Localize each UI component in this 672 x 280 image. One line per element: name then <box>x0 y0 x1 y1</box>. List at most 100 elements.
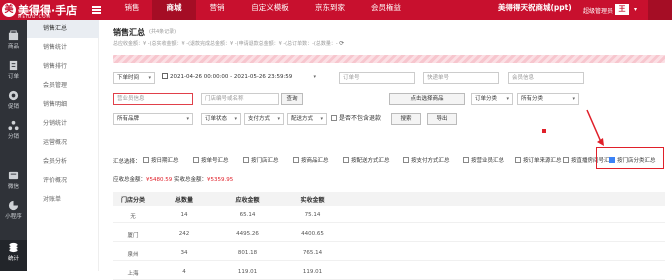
sidebar-label: 小程序 <box>5 214 22 220</box>
table-row: 厦门 242 4495.26 4400.65 <box>113 227 665 242</box>
summary-option-by-payment[interactable]: 按支付方式汇总 <box>403 156 450 166</box>
summary-option-by-store[interactable]: 按门店汇总 <box>243 156 279 166</box>
user-role[interactable]: 超级管理员 <box>583 6 613 15</box>
table-row: 泉州 34 801.18 765.14 <box>113 246 665 261</box>
sidebar-item-orders[interactable]: 订单 <box>0 58 27 82</box>
cell: 119.01 <box>237 269 258 275</box>
subnav-item-sales-summary[interactable]: 销售汇总 <box>27 20 99 38</box>
top-nav-item-templates[interactable]: 自定义模板 <box>238 0 302 20</box>
top-bar: 美 美得得·手店 MEIDD.COM 销售 商城 营销 自定义模板 京东到家 会… <box>0 0 672 20</box>
subnav-item-review-overview[interactable]: 评价概况 <box>27 172 99 190</box>
cell: 4 <box>182 269 186 275</box>
export-button[interactable]: 导出 <box>427 113 457 125</box>
sidebar-item-promotion[interactable]: 促销 <box>0 88 27 112</box>
sidebar-item-wechat[interactable]: 微信 <box>0 168 27 192</box>
include-refund-checkbox[interactable]: 是否不包含退款 <box>331 114 381 124</box>
avatar[interactable]: 王 <box>615 4 629 15</box>
distribution-icon <box>8 120 19 131</box>
chevron-down-icon: ▾ <box>148 75 151 81</box>
summary-option-by-source[interactable]: 按订单来源汇总 <box>515 156 562 166</box>
cell: 厦门 <box>127 233 139 239</box>
subnav-item-member-analysis[interactable]: 会员分析 <box>27 153 99 171</box>
chevron-down-icon: ▾ <box>506 96 509 102</box>
all-category-select[interactable]: 所有分类 ▾ <box>517 93 579 105</box>
delivery-method-value: 配送方式 <box>291 116 314 122</box>
subnav-item-sales-ranking[interactable]: 销售排行 <box>27 58 99 76</box>
staff-info-input[interactable]: 营业员信息 <box>113 93 193 105</box>
sidebar-item-miniprogram[interactable]: 小程序 <box>0 198 27 222</box>
search-button[interactable]: 搜索 <box>391 113 421 125</box>
select-product-button[interactable]: 点击选择商品 <box>389 93 465 105</box>
wechat-icon <box>8 171 19 180</box>
goods-icon <box>8 30 19 41</box>
all-brand-value: 所有品牌 <box>117 116 140 122</box>
all-category-value: 所有分类 <box>521 96 544 102</box>
main-content: 销售汇总 (共4条记录) 总应收金额：¥ -(总实收金额：¥ -(退款完成总金额… <box>101 20 672 280</box>
subnav-item-member-mgmt[interactable]: 会员管理 <box>27 77 99 95</box>
subnav-item-sales-detail[interactable]: 销售明细 <box>27 96 99 114</box>
refresh-icon[interactable]: ⟳ <box>339 40 344 47</box>
summary-option-by-delivery[interactable]: 按配送方式汇总 <box>343 156 390 166</box>
top-nav-item-marketing[interactable]: 营销 <box>196 0 238 20</box>
cell: 上海 <box>127 271 139 277</box>
cell: 75.14 <box>304 212 321 218</box>
stats-icon <box>9 242 18 253</box>
summary-option-by-date[interactable]: 按日期汇总 <box>143 156 179 166</box>
checkbox-box <box>463 157 469 163</box>
summary-option-by-product[interactable]: 按商品汇总 <box>293 156 329 166</box>
user-dropdown-icon[interactable]: ▾ <box>634 6 637 13</box>
checkbox-box <box>143 157 149 163</box>
calendar-icon <box>162 73 168 79</box>
checkbox-box <box>193 157 199 163</box>
menu-toggle-icon[interactable] <box>92 6 101 14</box>
delivery-method-select[interactable]: 配送方式 ▾ <box>287 113 327 125</box>
all-brand-select[interactable]: 所有品牌 ▾ <box>113 113 193 125</box>
more-menu-button[interactable] <box>648 0 672 20</box>
top-nav-item-mall[interactable]: 商城 <box>152 0 196 20</box>
top-nav: 销售 商城 营销 自定义模板 京东到家 会员権益 <box>112 0 414 20</box>
member-info-input[interactable]: 会员信息 <box>508 72 584 84</box>
sidebar-label: 微信 <box>7 184 19 190</box>
order-status-select[interactable]: 订单状态 ▾ <box>201 113 241 125</box>
checkbox-box <box>563 157 569 163</box>
goods-category-select[interactable]: 订单分类 ▾ <box>471 93 513 105</box>
store-search-input[interactable]: 门店编号或名称 <box>201 93 279 105</box>
miniprogram-icon <box>8 200 19 211</box>
page-title: 销售汇总 <box>113 28 145 37</box>
subnav-item-statement[interactable]: 对账单 <box>27 191 99 209</box>
sidebar-item-goods[interactable]: 商品 <box>0 28 27 52</box>
date-range-input[interactable]: 2021-04-26 00:00:00 - 2021-05-26 23:59:5… <box>159 72 319 84</box>
option-label: 按商品汇总 <box>301 158 329 164</box>
totals: 应收总金额：¥5480.59 实收总金额：¥5359.95 <box>113 175 233 183</box>
pay-method-select[interactable]: 支付方式 ▾ <box>244 113 284 125</box>
sidebar-item-stats[interactable]: 统计 <box>0 240 27 271</box>
order-no-input[interactable]: 订单号 <box>339 72 415 84</box>
query-button[interactable]: 查询 <box>281 93 303 105</box>
chevron-down-icon: ▾ <box>186 116 189 122</box>
sidebar-item-distribution[interactable]: 分销 <box>0 118 27 142</box>
option-label: 按配送方式汇总 <box>351 158 390 164</box>
top-nav-item-sales[interactable]: 销售 <box>112 0 152 20</box>
annotation-marker <box>542 129 546 133</box>
option-label: 按订单来源汇总 <box>523 158 562 164</box>
column-header: 实收金额 <box>300 197 325 204</box>
cell: 119.01 <box>302 269 323 275</box>
checkbox-box <box>515 157 521 163</box>
subnav-item-distribution-stats[interactable]: 分销统计 <box>27 115 99 133</box>
store-name[interactable]: 美得得天祝商城(ppt) <box>498 2 572 13</box>
received-total-value: ¥5480.59 <box>146 177 173 183</box>
cell: 34 <box>180 250 188 256</box>
subnav-item-sales-stats[interactable]: 销售统计 <box>27 39 99 57</box>
subnav-item-operation-overview[interactable]: 运营概况 <box>27 134 99 152</box>
checkbox-box <box>293 157 299 163</box>
received-total-label: 应收总金额： <box>113 177 147 183</box>
express-no-input[interactable]: 快递单号 <box>423 72 499 84</box>
time-type-select[interactable]: 下单时间 ▾ <box>113 72 155 84</box>
summary-option-by-staff[interactable]: 按营业员汇总 <box>463 156 504 166</box>
top-nav-item-member-rights[interactable]: 会员権益 <box>358 0 414 20</box>
date-range-value: 2021-04-26 00:00:00 - 2021-05-26 23:59:5… <box>170 74 293 80</box>
option-label: 按支付方式汇总 <box>411 158 450 164</box>
brand-logo[interactable]: 美 美得得·手店 MEIDD.COM <box>2 1 102 19</box>
top-nav-item-jddj[interactable]: 京东到家 <box>302 0 358 20</box>
summary-option-by-order-no[interactable]: 按单号汇总 <box>193 156 229 166</box>
